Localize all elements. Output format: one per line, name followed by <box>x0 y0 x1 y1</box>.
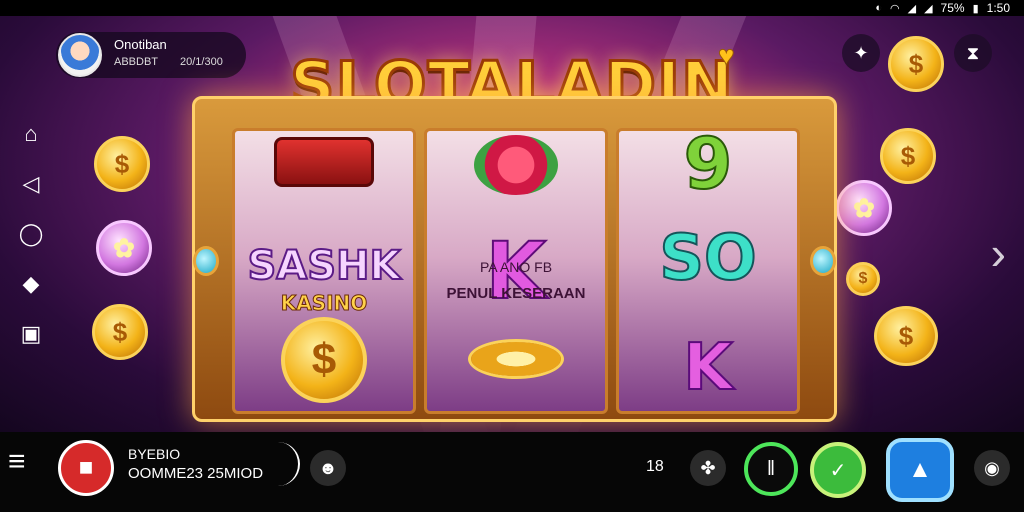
dollar-coin-symbol: $ <box>235 317 413 403</box>
gem-icon <box>193 246 219 276</box>
gift-icon[interactable]: ▣ <box>15 318 47 350</box>
share-icon[interactable]: ◁ <box>15 168 47 200</box>
do-not-disturb-icon: ◐ <box>875 2 882 14</box>
fan-button[interactable]: ✤ <box>690 450 726 486</box>
map-icon: ▲ <box>908 456 932 483</box>
red-symbol <box>235 137 413 192</box>
heart-icon: ♥ <box>718 40 736 72</box>
lock-icon: ■ <box>78 454 94 481</box>
menu-icon[interactable]: ≡ <box>8 447 40 480</box>
signal-icon: ◢ <box>907 2 917 15</box>
coin-icon: $ <box>880 128 936 184</box>
reel-right[interactable]: 9 SO K <box>616 128 800 414</box>
chat-icon[interactable]: ◯ <box>15 218 47 250</box>
clock: 1:50 <box>986 1 1010 15</box>
bottom-label-2: OOMME23 25MIOD <box>128 465 264 482</box>
gem-icon <box>810 246 836 276</box>
map-button[interactable]: ▲ <box>886 438 954 502</box>
nine-symbol: 9 <box>683 128 734 206</box>
coin-icon: $ <box>874 306 938 366</box>
reel-sublabel: KASINO <box>280 291 368 316</box>
location-icon: ◉ <box>984 457 1000 478</box>
chevron-right-icon[interactable]: › <box>991 226 1006 280</box>
stats-button[interactable]: ‖ <box>744 442 798 496</box>
reel-text-line1: PA ANO FB <box>479 259 553 275</box>
bottom-bar: ≡ ■ BYEBIO OOMME23 25MIOD ☻ 18 ✤ ‖ ✓ ▲ ◉ <box>0 432 1024 512</box>
battery-percent: 75% <box>940 1 965 15</box>
bars-icon: ‖ <box>766 457 776 480</box>
bottom-label-1: BYEBIO <box>128 446 181 462</box>
reel-left[interactable]: SASHK KASINO $ <box>232 128 416 414</box>
battery-icon: ▮ <box>972 2 979 15</box>
reel-label: SASHK <box>246 242 401 290</box>
ticket-icon: ✓ <box>829 459 847 482</box>
lock-button[interactable]: ■ <box>58 440 114 496</box>
ticket-button[interactable]: ✓ <box>810 442 866 498</box>
coin-icon: $ <box>94 136 150 192</box>
so-symbol: SO <box>658 220 757 295</box>
reel-text-line2: PENUL KESERAAN <box>446 285 586 302</box>
coin-icon: $ <box>92 304 148 360</box>
tag-icon[interactable]: ◆ <box>15 268 47 300</box>
counter: 18 <box>646 458 664 475</box>
reel-middle[interactable]: K PA ANO FB PENUL KESERAAN <box>424 128 608 414</box>
emoji-icon: ☻ <box>318 457 338 478</box>
coin-icon: $ <box>846 262 880 296</box>
arc-divider <box>278 442 300 486</box>
home-icon[interactable]: ⌂ <box>15 118 47 150</box>
rose-symbol <box>427 135 605 200</box>
emoji-button[interactable]: ☻ <box>310 450 346 486</box>
location-button[interactable]: ◉ <box>974 450 1010 486</box>
coin-icon: ✿ <box>836 180 892 236</box>
coin-icon: ✿ <box>96 220 152 276</box>
ring-symbol <box>427 339 605 384</box>
left-nav: ⌂ ◁ ◯ ◆ ▣ <box>8 118 54 350</box>
k-symbol: K <box>682 330 734 406</box>
wifi-icon: ◠ <box>890 2 900 15</box>
coin-icon: $ <box>888 36 944 92</box>
fan-icon: ✤ <box>700 457 716 478</box>
status-bar: ◐ ◠ ◢ ◢ 75% ▮ 1:50 <box>0 0 1024 16</box>
signal-icon: ◢ <box>924 2 933 15</box>
reels: SASHK KASINO $ K PA ANO FB PENUL KESERAA… <box>232 128 800 414</box>
